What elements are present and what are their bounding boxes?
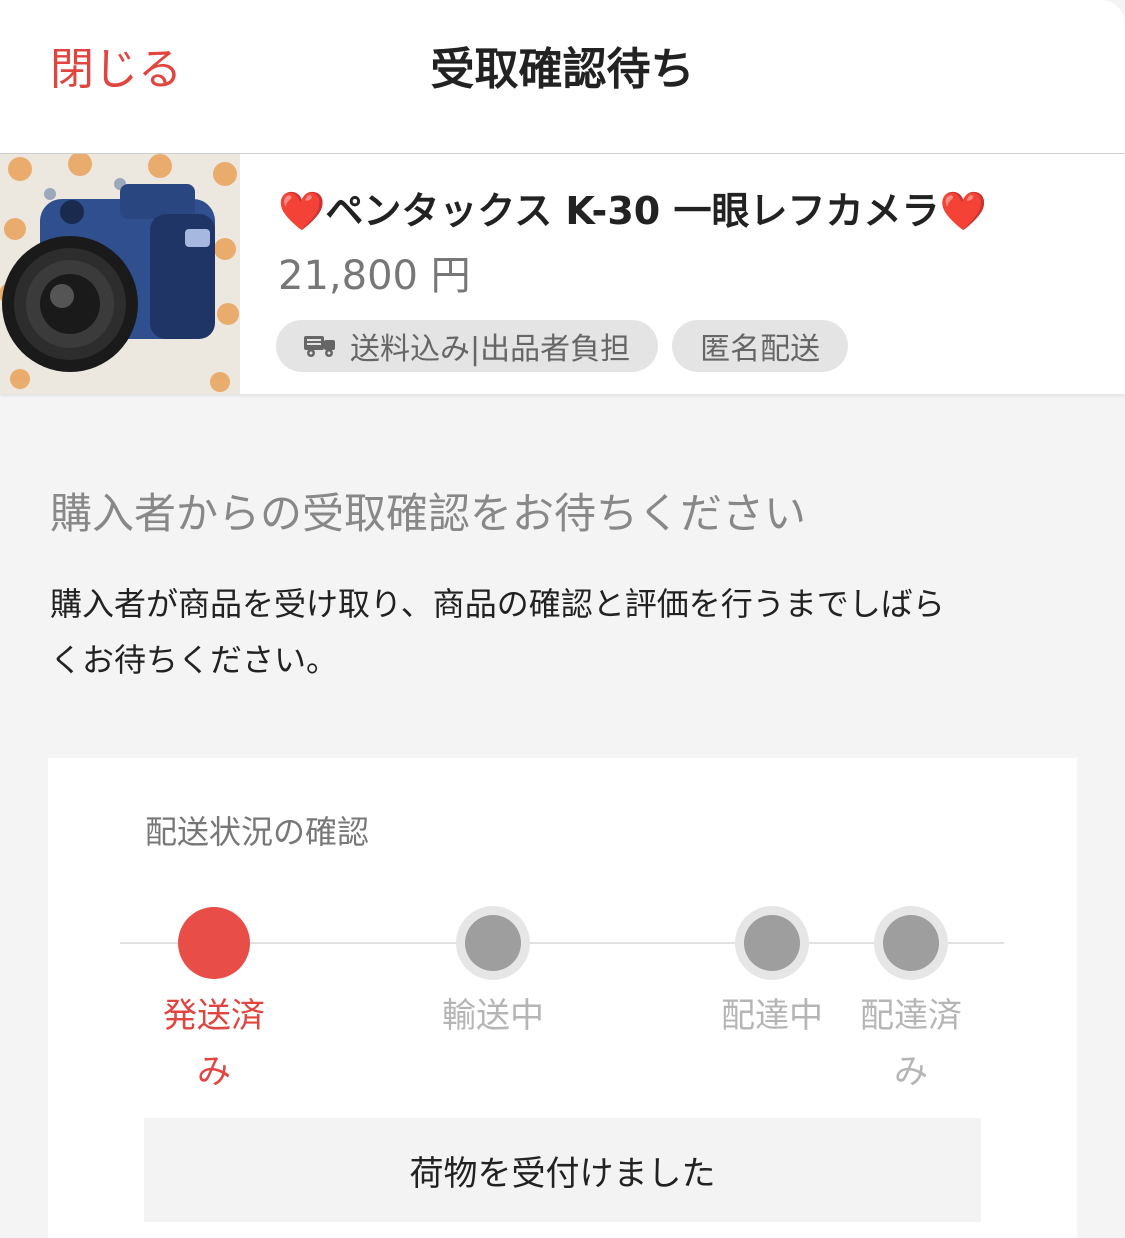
status-headline: 購入者からの受取確認をお待ちください: [50, 489, 807, 538]
step-label-line: み: [894, 1052, 928, 1092]
inactive-dot-icon: [465, 915, 521, 971]
item-thumbnail: [0, 154, 240, 394]
step-label-line: 配達中: [721, 996, 823, 1036]
step-indicator: [177, 906, 251, 980]
anonymous-shipping-tag: 匿名配送: [672, 320, 849, 372]
item-summary[interactable]: ❤️ペンタックス K-30 一眼レフカメラ❤️ 21,800 円 送料込み|出品…: [0, 154, 1125, 394]
step-label-line: み: [197, 1052, 231, 1092]
shipping-status-title: 配送状況の確認: [145, 813, 370, 851]
step-indicator: [456, 906, 530, 980]
shipping-fee-tag: 送料込み|出品者負担: [276, 320, 659, 372]
step-label-line: 輸送中: [442, 996, 544, 1036]
step-label-line: 配達済: [860, 996, 962, 1036]
status-description-line: 購入者が商品を受け取り、商品の確認と評価を行うまでしばら: [50, 585, 945, 623]
item-name: ❤️ペンタックス K-30 一眼レフカメラ❤️: [278, 184, 1108, 238]
step-label: 発送済 み: [149, 988, 279, 1100]
shipping-fee-label: 送料込み|出品者負担: [350, 332, 631, 367]
header: 閉じる 受取確認待ち: [0, 0, 1125, 154]
step-indicator: [735, 906, 809, 980]
inactive-dot-icon: [744, 915, 800, 971]
active-dot-icon: [178, 907, 250, 979]
step-label: 配達中: [707, 988, 837, 1044]
status-description: 購入者が商品を受け取り、商品の確認と評価を行うまでしばら くお待ちください。: [50, 576, 1080, 688]
step-label-line: 発送済: [163, 996, 265, 1036]
step-indicator: [874, 906, 948, 980]
page-title: 受取確認待ち: [430, 44, 695, 95]
modal-sheet: 閉じる 受取確認待ち ❤️ペンタックス K-30 一眼レフカメラ❤️ 21,80…: [0, 0, 1125, 1238]
step-delivered: 配達済 み: [846, 906, 976, 1100]
item-name-text: ペンタックス K-30 一眼レフカメラ: [325, 189, 940, 233]
latest-tracking-event: 荷物を受付けました: [144, 1118, 981, 1222]
step-in-transit: 輸送中: [428, 906, 558, 1044]
inactive-dot-icon: [883, 915, 939, 971]
heart-icon: ❤️: [278, 189, 326, 233]
item-tags: 送料込み|出品者負担 匿名配送: [276, 320, 849, 372]
item-price: 21,800 円: [278, 253, 471, 299]
heart-icon: ❤️: [939, 189, 987, 233]
step-label: 配達済 み: [846, 988, 976, 1100]
step-shipped: 発送済 み: [149, 906, 279, 1100]
truck-icon: [304, 336, 335, 357]
status-description-line: くお待ちください。: [50, 641, 339, 679]
shipping-status-card: 配送状況の確認 発送済 み 輸送中 配達中 配達済 み 荷物を受付けました: [48, 758, 1077, 1238]
step-out-for-delivery: 配達中: [707, 906, 837, 1044]
anonymous-shipping-label: 匿名配送: [700, 332, 821, 367]
camera-photo: [0, 154, 240, 394]
step-label: 輸送中: [428, 988, 558, 1044]
